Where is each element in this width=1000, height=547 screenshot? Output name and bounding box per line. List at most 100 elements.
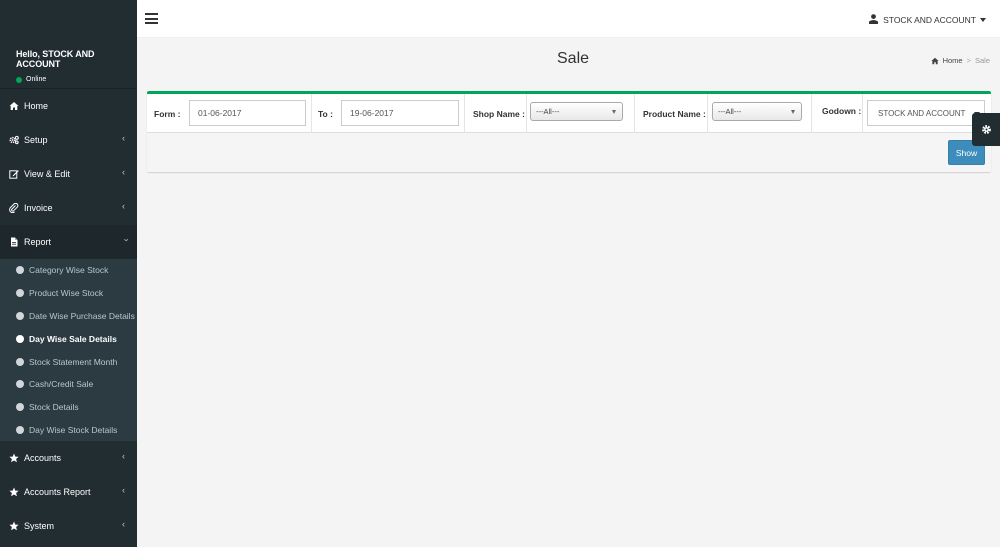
from-label: Form : [154, 108, 181, 119]
sidebar-item-label: Accounts Report [24, 487, 91, 498]
shop-name-label: Shop Name : [473, 108, 525, 119]
shop-divider [526, 94, 527, 133]
gear-icon [981, 124, 992, 135]
to-label: To : [318, 108, 333, 119]
godown-divider [862, 94, 863, 133]
chevron-left-icon: ‹ [122, 485, 125, 496]
submenu-item-label: Stock Details [29, 402, 79, 413]
sidebar-item-report[interactable]: Report ‹ [0, 225, 137, 259]
to-cell: To : [311, 94, 333, 133]
chevron-left-icon: ‹ [122, 133, 125, 143]
status-text: Online [26, 76, 47, 83]
sidebar-menu-lower: Accounts ‹ Accounts Report ‹ System ‹ [0, 441, 137, 543]
circle-icon [16, 334, 24, 343]
submenu-item-product-wise-stock[interactable]: Product Wise Stock [0, 282, 137, 305]
submenu-item-stock-statement-month[interactable]: Stock Statement Month [0, 350, 137, 373]
sidebar-item-invoice[interactable]: Invoice ‹ [0, 191, 137, 225]
chevron-down-icon: ‹ [120, 238, 131, 242]
home-icon [930, 57, 939, 65]
sidebar-item-setup[interactable]: Setup ‹ [0, 123, 137, 157]
circle-icon [16, 403, 24, 412]
user-menu-dropdown[interactable]: STOCK AND ACCOUNT [869, 14, 986, 26]
chevron-left-icon: ‹ [122, 201, 125, 211]
file-icon [9, 237, 19, 247]
to-date-input[interactable]: 19-06-2017 [341, 100, 459, 126]
gears-icon [9, 135, 19, 145]
edit-icon [9, 169, 19, 179]
sidebar-item-label: Report [24, 237, 52, 247]
star-icon [9, 453, 19, 463]
report-submenu: Category Wise Stock Product Wise Stock D… [0, 259, 137, 442]
godown-label: Godown : [822, 106, 862, 116]
sidebar-item-label: Home [24, 101, 49, 111]
filter-footer: Show [147, 133, 991, 172]
sidebar-item-label: View & Edit [24, 169, 70, 179]
sidebar-item-accounts-report[interactable]: Accounts Report ‹ [0, 475, 137, 509]
shop-cell: Shop Name : [464, 94, 525, 133]
submenu-item-label: Day Wise Sale Details [29, 333, 117, 344]
circle-icon [16, 289, 24, 298]
godown-value: STOCK AND ACCOUNT [878, 108, 966, 118]
filter-row: Form : 01-06-2017 To : 19-06-2017 Shop N… [147, 94, 991, 133]
chevron-left-icon: ‹ [122, 167, 125, 177]
sidebar-item-label: Invoice [24, 203, 53, 213]
shop-name-value: ---All--- [536, 107, 560, 116]
sidebar-item-accounts[interactable]: Accounts ‹ [0, 441, 137, 475]
sidebar-item-label: System [24, 521, 55, 532]
star-icon [9, 521, 19, 531]
submenu-item-category-wise-stock[interactable]: Category Wise Stock [0, 259, 137, 282]
submenu-item-stock-details[interactable]: Stock Details [0, 396, 137, 419]
user-menu-label: STOCK AND ACCOUNT [883, 15, 976, 25]
product-name-value: ---All--- [718, 107, 742, 116]
paperclip-icon [9, 203, 19, 213]
sidebar-toggle-icon[interactable] [145, 13, 158, 24]
breadcrumb-current: Sale [974, 56, 990, 65]
submenu-item-label: Product Wise Stock [29, 288, 104, 299]
page-title: Sale [557, 50, 590, 67]
star-icon [9, 487, 19, 497]
sidebar-menu: Home Setup ‹ View & Edit ‹ Invoice ‹ Rep… [0, 89, 137, 259]
product-name-label: Product Name : [643, 108, 706, 119]
submenu-item-date-wise-purchase-details[interactable]: Date Wise Purchase Details [0, 305, 137, 328]
user-greeting: Hello, STOCK AND ACCOUNT [16, 49, 95, 69]
submenu-item-label: Day Wise Stock Details [29, 424, 118, 435]
chevron-left-icon: ‹ [122, 519, 125, 530]
online-dot-icon [16, 76, 22, 83]
sidebar-item-home[interactable]: Home [0, 89, 137, 123]
breadcrumb-home-link[interactable]: Home [943, 56, 963, 65]
product-name-select[interactable]: ---All--- [712, 102, 802, 121]
sidebar-item-view-edit[interactable]: View & Edit ‹ [0, 157, 137, 191]
submenu-item-day-wise-stock-details[interactable]: Day Wise Stock Details [0, 419, 137, 442]
circle-icon [16, 357, 24, 366]
from-cell: Form : [154, 94, 180, 133]
user-status: Online [16, 76, 137, 83]
godown-select[interactable]: STOCK AND ACCOUNT [867, 100, 985, 126]
submenu-item-label: Date Wise Purchase Details [29, 310, 135, 321]
user-icon [869, 14, 879, 26]
godown-cell: Godown : [811, 94, 863, 133]
submenu-item-cash-credit-sale[interactable]: Cash/Credit Sale [0, 373, 137, 396]
home-icon [9, 101, 19, 111]
chevron-left-icon: ‹ [122, 451, 125, 462]
product-cell: Product Name : [634, 94, 706, 133]
sidebar-item-label: Accounts [24, 453, 62, 464]
sidebar-item-label: Setup [24, 135, 48, 145]
caret-down-icon [980, 18, 986, 22]
circle-icon [16, 380, 24, 389]
sidebar-item-system[interactable]: System ‹ [0, 509, 137, 543]
dropdown-arrow-icon [612, 110, 616, 114]
submenu-item-day-wise-sale-details[interactable]: Day Wise Sale Details [0, 327, 137, 350]
submenu-item-label: Cash/Credit Sale [29, 379, 94, 390]
circle-icon [16, 266, 24, 275]
from-date-input[interactable]: 01-06-2017 [189, 100, 306, 126]
shop-name-select[interactable]: ---All--- [530, 102, 623, 121]
circle-icon [16, 311, 24, 320]
settings-panel-toggle[interactable] [972, 113, 1000, 146]
filter-box: Form : 01-06-2017 To : 19-06-2017 Shop N… [147, 91, 991, 172]
sidebar: Hello, STOCK AND ACCOUNT Online Home Set… [0, 0, 137, 547]
breadcrumb: Home > Sale [930, 56, 990, 65]
user-panel: Hello, STOCK AND ACCOUNT Online [0, 0, 137, 89]
submenu-item-label: Stock Statement Month [29, 356, 118, 367]
circle-icon [16, 425, 24, 434]
dropdown-arrow-icon [791, 110, 795, 114]
